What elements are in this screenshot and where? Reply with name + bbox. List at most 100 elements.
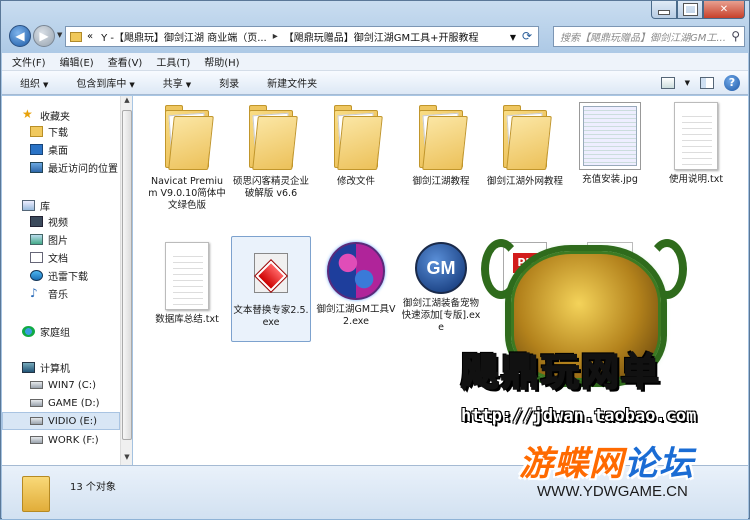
- explorer-window: ✕ ◀ ▶ ▼ « Y -【飓鼎玩】御剑江湖 商业端（页... ▸ 【飓鼎玩赠品…: [0, 0, 750, 519]
- breadcrumb-separator-icon[interactable]: ▸: [273, 31, 278, 42]
- chevron-down-icon: ▼: [43, 81, 49, 89]
- search-placeholder: 搜索【飓鼎玩赠品】御剑江湖GM工...: [560, 33, 726, 44]
- address-overflow[interactable]: «: [87, 31, 93, 42]
- file-label: 御剑江湖GM工具V2.exe: [316, 304, 396, 327]
- file-item[interactable]: PH 主...: [485, 242, 565, 314]
- sidebar-scrollbar[interactable]: ▲ ▼: [120, 96, 132, 465]
- burn-button[interactable]: 刻录: [219, 75, 239, 90]
- sidebar-item-thunder[interactable]: 迅雷下载: [30, 266, 88, 284]
- file-item[interactable]: 充值安装.jpg: [570, 102, 650, 186]
- menu-view[interactable]: 查看(V): [108, 54, 143, 69]
- new-folder-button[interactable]: 新建文件夹: [267, 75, 317, 90]
- file-item[interactable]: 数据库总结.txt: [147, 242, 227, 326]
- folder-icon: [330, 102, 383, 172]
- close-button[interactable]: ✕: [703, 1, 745, 19]
- file-label: 使用说明.txt: [668, 174, 724, 185]
- change-view-icon[interactable]: [660, 77, 675, 89]
- scrollbar-thumb[interactable]: [122, 110, 132, 440]
- refresh-icon[interactable]: ⟳: [519, 29, 535, 45]
- sidebar-item-drive-d[interactable]: GAME (D:): [30, 394, 100, 412]
- menu-edit[interactable]: 编辑(E): [60, 54, 94, 69]
- gm-app-icon: GM: [415, 242, 467, 294]
- file-label: 御剑江湖装备宠物快速添加[专版].exe: [401, 298, 481, 333]
- sidebar-item-drive-e[interactable]: VIDIO (E:): [2, 412, 120, 430]
- sidebar-item-music[interactable]: ♪ 音乐: [30, 284, 68, 302]
- minimize-button[interactable]: [651, 1, 677, 19]
- address-bar[interactable]: « Y -【飓鼎玩】御剑江湖 商业端（页... ▸ 【飓鼎玩赠品】御剑江湖GM工…: [65, 26, 539, 47]
- organize-button[interactable]: 组织 ▼: [20, 75, 48, 90]
- file-item[interactable]: 使用说明.txt: [656, 102, 736, 186]
- file-label: 御剑江湖教程: [412, 176, 470, 187]
- help-icon[interactable]: ?: [724, 75, 740, 91]
- view-dropdown-icon[interactable]: ▼: [685, 79, 690, 87]
- file-label: 充值安装.jpg: [582, 174, 638, 185]
- sidebar-item-computer[interactable]: 计算机: [22, 358, 70, 376]
- share-button[interactable]: 共享 ▼: [163, 75, 191, 90]
- menu-file[interactable]: 文件(F): [12, 54, 46, 69]
- file-item[interactable]: 修改文件: [316, 102, 396, 188]
- file-list: Navicat Premium V9.0.10简体中文绿色版 硕思闪客精灵企业破…: [133, 96, 748, 465]
- history-dropdown-icon[interactable]: ▼: [57, 31, 62, 39]
- recent-places-icon: [30, 161, 43, 173]
- music-icon: ♪: [30, 285, 38, 300]
- sidebar-item-drive-c[interactable]: WIN7 (C:): [30, 376, 96, 394]
- file-item[interactable]: Navicat Premium V9.0.10简体中文绿色版: [147, 102, 227, 212]
- drive-icon: [30, 381, 43, 389]
- menu-help[interactable]: 帮助(H): [204, 54, 239, 69]
- sidebar-item-drive-f[interactable]: WORK (F:): [30, 431, 99, 449]
- file-item[interactable]: 硕思闪客精灵企业破解版 v6.6: [231, 102, 311, 200]
- folder-icon: [22, 476, 50, 512]
- exe-app-icon: [244, 243, 298, 301]
- search-icon[interactable]: ⚲: [731, 29, 740, 43]
- preview-pane-icon[interactable]: [700, 77, 714, 89]
- sidebar-item-desktop[interactable]: 桌面: [30, 140, 68, 158]
- sidebar-item-videos[interactable]: 视频: [30, 212, 68, 230]
- item-count: 13 个对象: [70, 482, 116, 493]
- include-library-button[interactable]: 包含到库中 ▼: [76, 75, 134, 90]
- file-item[interactable]: [570, 242, 650, 302]
- folder-icon: [499, 102, 552, 172]
- folder-icon: [70, 31, 82, 42]
- breadcrumb-current[interactable]: 【飓鼎玩赠品】御剑江湖GM工具+开服教程: [284, 29, 479, 44]
- file-item[interactable]: 御剑江湖GM工具V2.exe: [316, 242, 396, 328]
- homegroup-icon: [22, 325, 35, 337]
- scroll-up-icon[interactable]: ▲: [121, 96, 133, 108]
- maximize-button[interactable]: [677, 1, 703, 19]
- file-label: 御剑江湖外网教程: [486, 176, 563, 187]
- breadcrumb-parent[interactable]: Y -【飓鼎玩】御剑江湖 商业端（页...: [101, 29, 267, 44]
- thunder-icon: [30, 269, 43, 281]
- drive-icon: [30, 399, 43, 407]
- file-label: 主...: [515, 302, 535, 313]
- file-item[interactable]: GM 御剑江湖装备宠物快速添加[专版].exe: [401, 242, 481, 334]
- back-button[interactable]: ◀: [9, 25, 31, 47]
- menu-tools[interactable]: 工具(T): [156, 54, 190, 69]
- file-label: 数据库总结.txt: [155, 314, 219, 325]
- address-dropdown-icon[interactable]: ▼: [510, 33, 516, 42]
- folder-icon: [245, 102, 298, 172]
- sidebar-item-pictures[interactable]: 图片: [30, 230, 68, 248]
- file-item[interactable]: 御剑江湖教程: [401, 102, 481, 188]
- forward-button[interactable]: ▶: [33, 25, 55, 47]
- navigation-bar: ◀ ▶ ▼ « Y -【飓鼎玩】御剑江湖 商业端（页... ▸ 【飓鼎玩赠品】御…: [7, 25, 745, 49]
- video-icon: [30, 215, 43, 227]
- sidebar-item-documents[interactable]: 文档: [30, 248, 68, 266]
- caption-buttons: ✕: [651, 1, 745, 19]
- star-icon: ★: [22, 107, 33, 121]
- sidebar-item-homegroup[interactable]: 家庭组: [22, 322, 70, 340]
- file-item-selected[interactable]: 文本替换专家2.5.exe: [231, 236, 311, 342]
- document-icon: [30, 251, 43, 263]
- desktop-icon: [30, 143, 43, 155]
- computer-icon: [22, 361, 35, 373]
- drive-icon: [30, 417, 43, 425]
- file-item[interactable]: 御剑江湖外网教程: [485, 102, 565, 188]
- chevron-down-icon: ▼: [185, 81, 192, 89]
- sidebar-item-downloads[interactable]: 下载: [30, 122, 68, 140]
- file-label: 修改文件: [336, 176, 375, 187]
- file-label: Navicat Premium V9.0.10简体中文绿色版: [148, 176, 226, 211]
- scroll-down-icon[interactable]: ▼: [121, 453, 133, 465]
- sidebar-item-recent[interactable]: 最近访问的位置: [30, 158, 118, 176]
- text-file-icon: [165, 242, 209, 310]
- picture-icon: [30, 233, 43, 245]
- search-input[interactable]: 搜索【飓鼎玩赠品】御剑江湖GM工... ⚲: [553, 26, 745, 47]
- library-icon: [22, 199, 35, 211]
